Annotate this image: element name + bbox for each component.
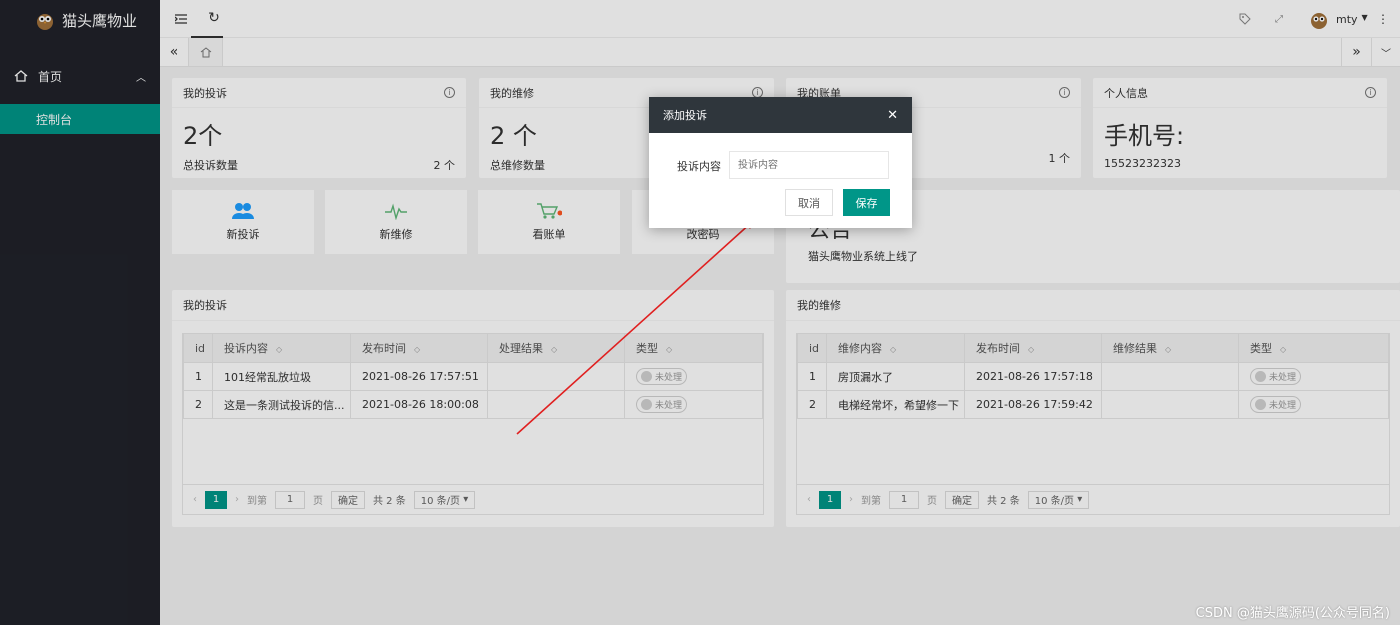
dialog-title: 添加投诉 xyxy=(663,109,707,122)
save-button[interactable]: 保存 xyxy=(843,189,890,216)
cancel-button[interactable]: 取消 xyxy=(785,189,833,216)
watermark: CSDN @猫头鹰源码(公众号同名) xyxy=(1195,606,1390,621)
complaint-content-input[interactable] xyxy=(729,151,889,179)
annotation-arrow xyxy=(516,218,757,435)
field-label: 投诉内容 xyxy=(677,160,721,173)
add-complaint-dialog: 添加投诉 ✕ 投诉内容 取消 保存 xyxy=(649,97,912,228)
close-icon[interactable]: ✕ xyxy=(887,108,898,123)
